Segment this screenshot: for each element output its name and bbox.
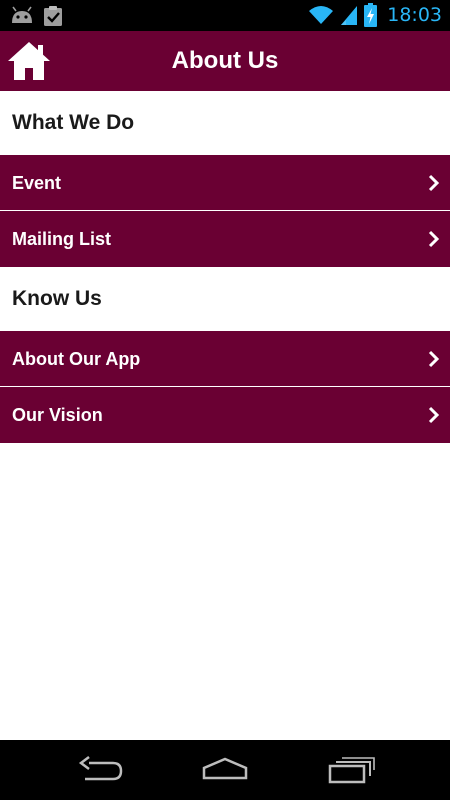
chevron-right-icon	[428, 230, 440, 248]
chevron-right-icon	[428, 174, 440, 192]
chevron-right-icon	[428, 350, 440, 368]
chevron-right-icon	[428, 406, 440, 424]
page-title: About Us	[171, 47, 279, 74]
home-icon	[8, 42, 50, 80]
battery-charging-icon	[364, 3, 378, 27]
section-header-know-us: Know Us	[0, 267, 450, 331]
status-left-icons	[10, 5, 64, 27]
back-icon	[78, 756, 123, 781]
home-nav-button[interactable]	[200, 754, 250, 786]
list-item-event[interactable]: Event	[0, 155, 450, 211]
content: What We Do Event Mailing List Know Us Ab…	[0, 91, 450, 443]
android-icon	[12, 6, 32, 23]
home-button[interactable]	[6, 39, 52, 83]
navigation-bar	[0, 740, 450, 800]
app-bar: About Us	[0, 31, 450, 91]
home-nav-icon	[202, 757, 248, 780]
recent-apps-button[interactable]	[326, 754, 376, 786]
clipboard-check-icon	[44, 6, 62, 26]
list-item-about-our-app[interactable]: About Our App	[0, 331, 450, 387]
section-header-what-we-do: What We Do	[0, 91, 450, 155]
list-item-label: Mailing List	[12, 229, 111, 249]
list-item-label: Event	[12, 173, 62, 193]
list-item-label: About Our App	[12, 349, 141, 369]
status-right-icons: 18:03	[308, 3, 442, 27]
recent-apps-icon	[328, 757, 375, 784]
list-item-mailing-list[interactable]: Mailing List	[0, 211, 450, 267]
list-item-label: Our Vision	[12, 405, 103, 425]
wifi-icon	[309, 6, 334, 24]
list-item-our-vision[interactable]: Our Vision	[0, 387, 450, 443]
status-time: 18:03	[387, 4, 442, 26]
signal-icon	[341, 6, 358, 25]
status-bar: 18:03	[0, 0, 450, 31]
back-button[interactable]	[75, 754, 125, 786]
